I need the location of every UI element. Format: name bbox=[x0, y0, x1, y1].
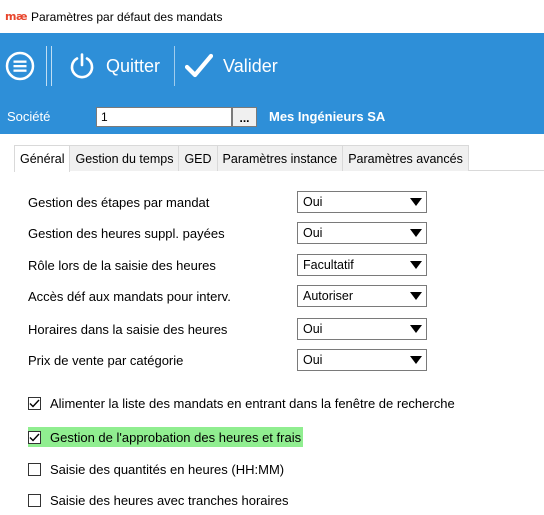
societe-input[interactable] bbox=[96, 106, 232, 127]
dropdown-arrow-icon bbox=[406, 350, 426, 370]
role-saisie-select[interactable]: Facultatif bbox=[297, 254, 427, 276]
menu-circle-icon bbox=[5, 51, 35, 81]
horaires-select[interactable]: Oui bbox=[297, 318, 427, 340]
checkbox-tranches-horaires[interactable]: Saisie des heures avec tranches horaires bbox=[28, 490, 288, 510]
field-label: Rôle lors de la saisie des heures bbox=[28, 257, 216, 273]
validate-button-label: Valider bbox=[223, 55, 278, 76]
dropdown-arrow-icon bbox=[406, 319, 426, 339]
dropdown-arrow-icon bbox=[406, 223, 426, 243]
menu-button[interactable] bbox=[0, 33, 40, 99]
tab-bar: Général Gestion du temps GED Paramètres … bbox=[14, 145, 544, 172]
acces-mandats-select[interactable]: Autoriser bbox=[297, 285, 427, 307]
select-value: Oui bbox=[303, 353, 323, 367]
checkbox-label: Alimenter la liste des mandats en entran… bbox=[50, 395, 455, 411]
select-value: Oui bbox=[303, 195, 323, 209]
dropdown-arrow-icon bbox=[406, 192, 426, 212]
checkbox-label: Saisie des heures avec tranches horaires bbox=[50, 492, 289, 508]
field-row-heures-suppl: Gestion des heures suppl. payées Oui bbox=[28, 222, 438, 244]
toolbar-separator bbox=[46, 46, 52, 86]
select-value: Autoriser bbox=[303, 289, 354, 303]
field-row-role-saisie: Rôle lors de la saisie des heures Facult… bbox=[28, 254, 438, 276]
window-title: Paramètres par défaut des mandats bbox=[31, 9, 223, 24]
field-label: Accès déf aux mandats pour interv. bbox=[28, 288, 231, 304]
main-toolbar: Quitter Valider bbox=[0, 33, 544, 99]
dropdown-arrow-icon bbox=[406, 255, 426, 275]
etapes-select[interactable]: Oui bbox=[297, 191, 427, 213]
tab-general[interactable]: Général bbox=[14, 145, 71, 172]
dropdown-arrow-icon bbox=[406, 286, 426, 306]
quit-button-label: Quitter bbox=[106, 55, 161, 76]
societe-browse-button[interactable]: ... bbox=[232, 106, 257, 127]
select-value: Oui bbox=[303, 226, 323, 240]
select-value: Facultatif bbox=[303, 258, 354, 272]
societe-label: Société bbox=[7, 109, 51, 124]
societe-bar: Société ... Mes Ingénieurs SA bbox=[0, 99, 544, 134]
field-label: Gestion des heures suppl. payées bbox=[28, 225, 225, 241]
checkbox-unchecked-icon[interactable] bbox=[28, 493, 41, 507]
field-row-prix-vente: Prix de vente par catégorie Oui bbox=[28, 349, 438, 371]
checkmark-icon bbox=[185, 53, 214, 78]
window-titlebar: mæ Paramètres par défaut des mandats bbox=[0, 0, 544, 33]
checkbox-unchecked-icon[interactable] bbox=[28, 462, 41, 476]
societe-name: Mes Ingénieurs SA bbox=[269, 109, 386, 124]
heures-suppl-select[interactable]: Oui bbox=[297, 222, 427, 244]
tab-ged[interactable]: GED bbox=[178, 145, 218, 171]
field-label: Gestion des étapes par mandat bbox=[28, 194, 210, 210]
field-row-etapes: Gestion des étapes par mandat Oui bbox=[28, 191, 438, 213]
checkbox-label: Gestion de l'approbation des heures et f… bbox=[50, 429, 302, 445]
power-icon bbox=[70, 53, 94, 79]
app-logo: mæ bbox=[5, 10, 28, 23]
checkbox-checked-icon[interactable] bbox=[28, 396, 41, 410]
tab-parametres-instance[interactable]: Paramètres instance bbox=[216, 145, 344, 171]
tab-gestion-du-temps[interactable]: Gestion du temps bbox=[69, 145, 180, 171]
field-row-acces-mandats: Accès déf aux mandats pour interv. Autor… bbox=[28, 285, 438, 307]
quit-button[interactable]: Quitter bbox=[58, 33, 174, 99]
field-label: Horaires dans la saisie des heures bbox=[28, 321, 228, 337]
field-label: Prix de vente par catégorie bbox=[28, 352, 184, 368]
field-row-horaires: Horaires dans la saisie des heures Oui bbox=[28, 318, 438, 340]
checkbox-quantites-heures[interactable]: Saisie des quantités en heures (HH:MM) bbox=[28, 459, 284, 479]
checkbox-alimenter-liste[interactable]: Alimenter la liste des mandats en entran… bbox=[28, 393, 455, 413]
tab-parametres-avances[interactable]: Paramètres avancés bbox=[342, 145, 469, 171]
validate-button[interactable]: Valider bbox=[175, 33, 292, 99]
select-value: Oui bbox=[303, 322, 323, 336]
checkbox-label: Saisie des quantités en heures (HH:MM) bbox=[50, 461, 285, 477]
checkbox-checked-icon[interactable] bbox=[28, 430, 41, 444]
prix-vente-select[interactable]: Oui bbox=[297, 349, 427, 371]
checkbox-approbation-heures[interactable]: Gestion de l'approbation des heures et f… bbox=[28, 427, 304, 447]
